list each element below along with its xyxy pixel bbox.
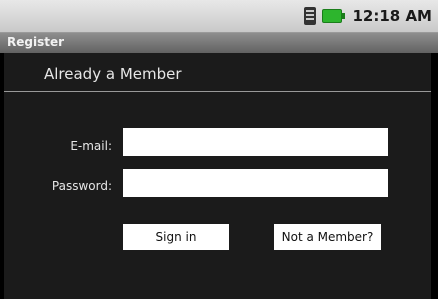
email-field[interactable] — [123, 128, 388, 156]
status-icons: 12:18 AM — [304, 0, 432, 32]
password-label: Password: — [51, 179, 112, 193]
status-clock: 12:18 AM — [352, 7, 432, 25]
sign-in-button[interactable]: Sign in — [123, 224, 229, 250]
status-bar: 12:18 AM — [0, 0, 438, 33]
battery-icon — [322, 9, 346, 23]
sim-icon — [304, 7, 317, 25]
email-label: E-mail: — [70, 139, 112, 153]
app-title: Register — [7, 35, 65, 49]
section-title: Already a Member — [44, 65, 182, 83]
password-field[interactable] — [123, 169, 388, 197]
title-bar: Register — [0, 33, 438, 53]
not-a-member-button[interactable]: Not a Member? — [274, 224, 381, 250]
register-content: Already a Member E-mail: Password: Sign … — [4, 53, 431, 299]
section-divider — [4, 91, 431, 92]
